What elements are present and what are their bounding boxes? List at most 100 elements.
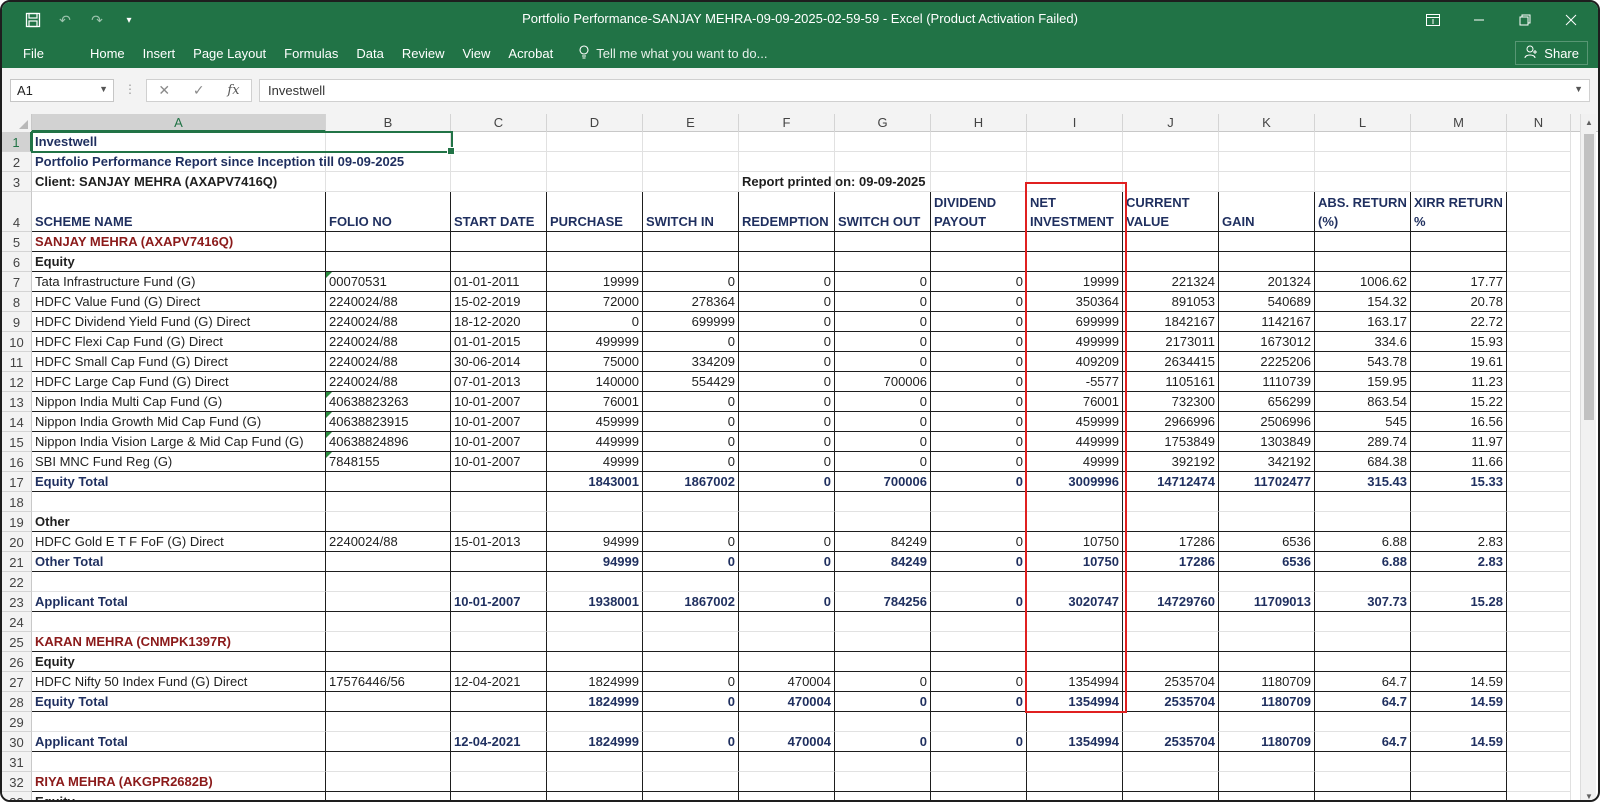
expand-formula-bar-icon[interactable]: ▼ [1574, 84, 1583, 94]
cell-i1[interactable] [1027, 132, 1123, 152]
cell-i16[interactable]: 49999 [1027, 452, 1123, 472]
cell-a18[interactable] [32, 492, 326, 512]
cell-b4[interactable]: FOLIO NO [326, 192, 451, 232]
cell-d18[interactable] [547, 492, 643, 512]
cell-k14[interactable]: 2506996 [1219, 412, 1315, 432]
cell-n21[interactable] [1507, 552, 1571, 572]
cell-n30[interactable] [1507, 732, 1571, 752]
cell-m19[interactable] [1411, 512, 1507, 532]
cell-d19[interactable] [547, 512, 643, 532]
row-header-15[interactable]: 15 [2, 432, 32, 452]
row-header-20[interactable]: 20 [2, 532, 32, 552]
cell-m20[interactable]: 2.83 [1411, 532, 1507, 552]
cell-i14[interactable]: 459999 [1027, 412, 1123, 432]
cell-j19[interactable] [1123, 512, 1219, 532]
cell-c14[interactable]: 10-01-2007 [451, 412, 547, 432]
cell-f5[interactable] [739, 232, 835, 252]
cell-g32[interactable] [835, 772, 931, 792]
cell-f18[interactable] [739, 492, 835, 512]
cell-d24[interactable] [547, 612, 643, 632]
vertical-scrollbar[interactable]: ▲ ▼ [1580, 114, 1596, 800]
cell-k2[interactable] [1219, 152, 1315, 172]
cell-g9[interactable]: 0 [835, 312, 931, 332]
cell-k23[interactable]: 11709013 [1219, 592, 1315, 612]
row-header-18[interactable]: 18 [2, 492, 32, 512]
cell-b33[interactable] [326, 792, 451, 800]
cell-e33[interactable] [643, 792, 739, 800]
cell-k18[interactable] [1219, 492, 1315, 512]
cell-d14[interactable]: 459999 [547, 412, 643, 432]
cell-c1[interactable] [451, 132, 547, 152]
cell-h33[interactable] [931, 792, 1027, 800]
cell-d30[interactable]: 1824999 [547, 732, 643, 752]
ribbon-display-options-icon[interactable] [1410, 2, 1456, 38]
cell-b14[interactable]: 40638823915 [326, 412, 451, 432]
cell-i32[interactable] [1027, 772, 1123, 792]
cell-f30[interactable]: 470004 [739, 732, 835, 752]
cell-c28[interactable] [451, 692, 547, 712]
cell-b32[interactable] [326, 772, 451, 792]
cell-e3[interactable] [643, 172, 739, 192]
cell-c9[interactable]: 18-12-2020 [451, 312, 547, 332]
cell-l21[interactable]: 6.88 [1315, 552, 1411, 572]
cell-c30[interactable]: 12-04-2021 [451, 732, 547, 752]
cell-b25[interactable] [326, 632, 451, 652]
cell-e14[interactable]: 0 [643, 412, 739, 432]
cell-n5[interactable] [1507, 232, 1571, 252]
cell-f33[interactable] [739, 792, 835, 800]
cell-b31[interactable] [326, 752, 451, 772]
cell-l3[interactable] [1315, 172, 1411, 192]
enter-icon[interactable]: ✓ [193, 82, 205, 99]
cell-j9[interactable]: 1842167 [1123, 312, 1219, 332]
cell-b17[interactable] [326, 472, 451, 492]
cell-g27[interactable]: 0 [835, 672, 931, 692]
cell-m15[interactable]: 11.97 [1411, 432, 1507, 452]
cell-e17[interactable]: 1867002 [643, 472, 739, 492]
cell-e18[interactable] [643, 492, 739, 512]
cell-e6[interactable] [643, 252, 739, 272]
cell-k13[interactable]: 656299 [1219, 392, 1315, 412]
cell-j1[interactable] [1123, 132, 1219, 152]
cell-m25[interactable] [1411, 632, 1507, 652]
cell-e11[interactable]: 334209 [643, 352, 739, 372]
cell-c19[interactable] [451, 512, 547, 532]
cell-h8[interactable]: 0 [931, 292, 1027, 312]
cell-h31[interactable] [931, 752, 1027, 772]
cell-n16[interactable] [1507, 452, 1571, 472]
cell-a11[interactable]: HDFC Small Cap Fund (G) Direct [32, 352, 326, 372]
cell-c21[interactable] [451, 552, 547, 572]
row-header-17[interactable]: 17 [2, 472, 32, 492]
cell-d2[interactable] [547, 152, 643, 172]
cell-e2[interactable] [643, 152, 739, 172]
cell-i15[interactable]: 449999 [1027, 432, 1123, 452]
cell-n20[interactable] [1507, 532, 1571, 552]
cell-f23[interactable]: 0 [739, 592, 835, 612]
cell-d17[interactable]: 1843001 [547, 472, 643, 492]
cell-g4[interactable]: SWITCH OUT [835, 192, 931, 232]
cell-j32[interactable] [1123, 772, 1219, 792]
cell-f31[interactable] [739, 752, 835, 772]
cell-m6[interactable] [1411, 252, 1507, 272]
cell-g14[interactable]: 0 [835, 412, 931, 432]
cell-g30[interactable]: 0 [835, 732, 931, 752]
cell-k30[interactable]: 1180709 [1219, 732, 1315, 752]
cell-j8[interactable]: 891053 [1123, 292, 1219, 312]
cell-n25[interactable] [1507, 632, 1571, 652]
cell-f2[interactable] [739, 152, 835, 172]
cell-b7[interactable]: 00070531 [326, 272, 451, 292]
cell-e24[interactable] [643, 612, 739, 632]
column-header-f[interactable]: F [739, 114, 835, 132]
cell-n29[interactable] [1507, 712, 1571, 732]
cell-a32[interactable]: RIYA MEHRA (AKGPR2682B) [32, 772, 326, 792]
cell-i5[interactable] [1027, 232, 1123, 252]
cell-k16[interactable]: 342192 [1219, 452, 1315, 472]
cell-f32[interactable] [739, 772, 835, 792]
cell-b27[interactable]: 17576446/56 [326, 672, 451, 692]
tab-data[interactable]: Data [347, 46, 392, 61]
insert-function-icon[interactable]: fx [227, 83, 239, 98]
cell-a3[interactable]: Client: SANJAY MEHRA (AXAPV7416Q) [32, 172, 326, 192]
cell-d9[interactable]: 0 [547, 312, 643, 332]
cell-b3[interactable] [326, 172, 451, 192]
cell-m13[interactable]: 15.22 [1411, 392, 1507, 412]
cell-n24[interactable] [1507, 612, 1571, 632]
